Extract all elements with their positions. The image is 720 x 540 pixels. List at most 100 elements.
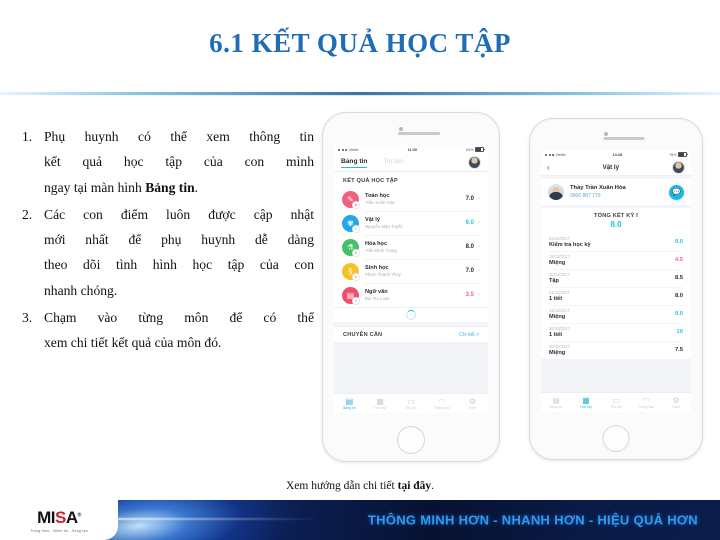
nav-item-thong-bao[interactable]: ◠ Thông báo [631,396,661,410]
nav-label: Thông báo [433,406,450,411]
nav-label: Thêm [671,405,681,410]
caption-link[interactable]: tại đây [398,480,432,492]
score-list: 23/12/2017 Kiểm tra học kỳ 9.0 18/12/201… [541,233,691,359]
score-date: 10/10/2017 [549,343,570,349]
score-value: 7.5 [674,346,683,353]
table-row[interactable]: ⚗ H Hóa học Trần Đình Trọng 8.0 › [334,235,488,259]
chevron-right-icon: › [478,244,480,250]
subject-icon-ngu-van: ▤ V [342,286,360,305]
list-item: 3. Chạm vào từng môn để có thể xem chi t… [22,309,314,362]
score-meta: 10/10/2017 Miệng [549,344,675,356]
avatar[interactable] [672,160,685,174]
nav-label: Học tập [580,405,592,410]
term-summary: TỔNG KẾT KỲ I 8.0 [541,208,691,233]
teacher-card[interactable]: Thầy Trần Xuân Hòa 0900 887 779 💬 [541,179,691,205]
instruction-list: 1. Phụ huynh có thể xem thông tin kết qu… [22,129,314,363]
footer-banner: MISA® Trung thực - Niềm tin - Sáng tạo T… [0,500,720,540]
tab-tin-tuc[interactable]: Tin tức [383,158,403,167]
subject-score: 9.0 [465,220,474,226]
subject-name: Toán học [365,192,390,199]
nav-item-thu-phi[interactable]: ▭ Thu phí [396,397,427,411]
table-row: 21/11/2017 1 tiết 8.0 [541,286,691,305]
list-item: 2. Các con điểm luôn được cập nhật mới n… [22,206,314,309]
signal-dot-icon [341,148,344,151]
table-row: 10/10/2017 Miệng 7.5 [541,340,691,359]
line-text: ngay tại màn hình [44,179,146,195]
battery-percent-label: 64% [466,147,474,152]
fee-icon: ▭ [407,396,415,406]
chevron-right-icon: › [478,268,480,274]
list-item-line: Chạm vào từng môn để có thể [44,309,314,325]
nav-item-bang-tin[interactable]: ▤ Bảng tin [334,397,365,411]
score-type: 1 tiết [549,331,563,338]
list-item-line: Phụ huynh có thể xem thông tin [44,129,314,144]
status-bar: Viettel 14:28 76% [541,150,691,159]
subject-meta: Vật lý Nguyễn Mậu Tuyết [359,217,466,230]
line-tail: . [194,179,199,195]
table-row: 12/11/2017 Miệng 9.0 [541,304,691,323]
logo-a: A [65,507,78,527]
nav-item-thong-bao[interactable]: ◠ Thông báo [426,397,457,411]
subject-teacher: Nguyễn Mậu Tuyết [365,223,402,229]
bell-icon: ◠ [642,395,650,405]
nav-item-bang-tin[interactable]: ▤ Bảng tin [541,396,571,410]
news-icon: ▤ [552,395,560,405]
subject-icon-hoa-hoc: ⚗ H [342,238,360,257]
nav-item-them[interactable]: ⚙ Thêm [661,396,691,410]
nav-item-hoc-tap[interactable]: ▦ Học tập [571,396,601,410]
home-button[interactable] [602,425,630,452]
footer-slogan: THÔNG MINH HƠN - NHANH HƠN - HIỆU QUẢ HƠ… [367,512,698,528]
nav-label: Thu phí [610,405,622,410]
score-meta: 23/12/2017 Kiểm tra học kỳ [549,236,675,248]
table-row[interactable]: ✎ M Toán học Trần Xuân Hòa 7.0 › [334,187,488,211]
table-row: 18/12/2017 Miệng 4.5 [541,250,691,269]
table-row[interactable]: § S Sinh học Phạm Thanh Thủy 7.0 › [334,259,488,283]
slide-root: 6.1 KẾT QUẢ HỌC TẬP 1. Phụ huynh có thể … [0,0,720,540]
nav-item-them[interactable]: ⚙ Thêm [457,397,488,411]
teacher-phone[interactable]: 0900 887 779 [570,193,669,199]
score-value: 9.0 [674,310,683,317]
status-bar-left: Viettel [545,153,565,157]
table-row[interactable]: ✾ L Vật lý Nguyễn Mậu Tuyết 9.0 › [334,211,488,235]
badge-icon: M [352,200,360,209]
chevron-right-icon: › [478,196,480,202]
nav-item-hoc-tap[interactable]: ▦ Học tập [365,397,396,411]
score-meta: 21/11/2017 1 tiết [549,290,675,302]
earpiece-speaker [603,137,645,140]
bottom-navigation: ▤ Bảng tin ▦ Học tập ▭ Thu phí ◠ Thông b… [334,393,488,413]
attendance-section: CHUYÊN CẦN Chi tiết > [334,326,488,342]
list-item-line: theo dõi tình hình học tập của con [44,257,314,273]
list-item-body: Phụ huynh có thể xem thông tin kết quả h… [44,129,314,206]
nav-item-thu-phi[interactable]: ▭ Thu phí [601,396,631,410]
score-meta: 30/11/2017 Tập [549,272,675,284]
settings-icon: ⚙ [469,396,477,406]
subject-list: ✎ M Toán học Trần Xuân Hòa 7.0 › ✾ L Vật l… [334,187,488,307]
attendance-detail-link[interactable]: Chi tiết > [459,332,479,338]
score-type: 1 tiết [549,295,563,302]
tab-bang-tin[interactable]: Bảng tin [341,158,368,168]
nav-label: Thu phí [405,406,417,411]
teacher-avatar [548,184,564,200]
table-row[interactable]: ▤ V Ngữ văn Bùi Thị Loan 3.5 › [334,283,488,307]
loading-indicator [334,307,488,322]
chat-icon[interactable]: 💬 [669,184,684,200]
list-item-number: 3. [22,309,33,325]
carrier-label: Viettel [555,152,566,157]
nav-label: Bảng tin [549,405,563,410]
score-value: 8.5 [674,274,683,281]
battery-percent-label: 76% [669,152,677,157]
section-title-ket-qua-hoc-tap: KẾT QUẢ HỌC TẬP [334,172,488,187]
subject-name: Ngữ văn [365,288,388,295]
score-date: 23/12/2017 [549,236,570,241]
status-bar-right: 76% [669,151,688,158]
spinner-icon [406,310,416,320]
subject-icon-vat-ly: ✾ L [342,214,360,233]
home-button[interactable] [397,426,425,454]
badge-icon: L [352,224,360,233]
term-summary-value: 8.0 [610,220,622,229]
subject-score: 8.0 [465,244,474,250]
clock-label: 14:28 [612,152,623,157]
phone1-screen: Viettel 11:00 64% Bảng tin Tin tức KẾT Q… [334,145,488,413]
avatar[interactable] [468,156,481,169]
list-item-line: Các con điểm luôn được cập nhật [44,206,314,222]
